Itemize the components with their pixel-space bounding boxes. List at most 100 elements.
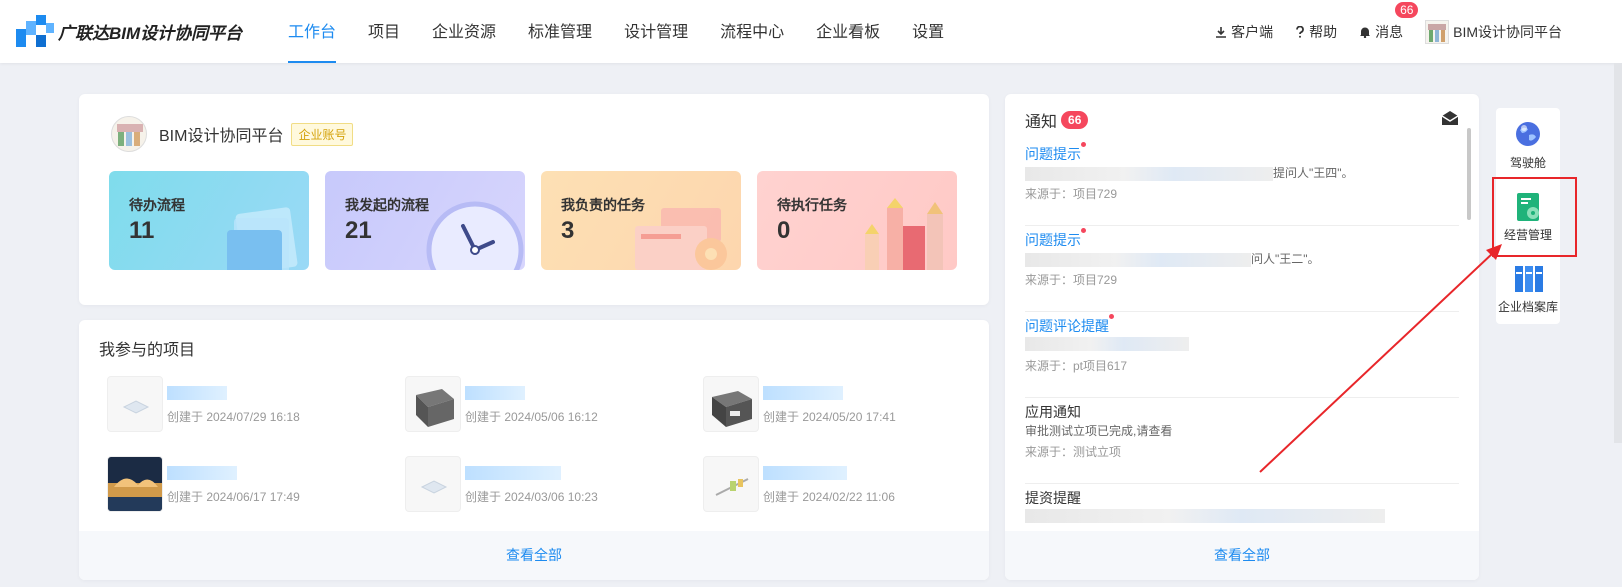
nav-projects[interactable]: 项目	[368, 0, 400, 63]
help-label: 帮助	[1309, 23, 1338, 40]
project-thumbnail	[107, 376, 163, 432]
project-thumbnail	[703, 376, 759, 432]
nav-standards[interactable]: 标准管理	[528, 0, 592, 63]
notification-content	[1025, 508, 1385, 523]
binders-icon	[1515, 266, 1543, 292]
project-thumbnail	[107, 456, 163, 512]
notifications-view-all-link[interactable]: 查看全部	[1005, 531, 1479, 580]
clock-icon	[426, 201, 524, 270]
nav-settings[interactable]: 设置	[912, 0, 944, 63]
nav-workflow[interactable]: 流程中心	[720, 0, 784, 63]
app-logo[interactable]: 广联达BIM设计协同平台	[16, 15, 242, 47]
stat-my-tasks[interactable]: 我负责的任务 3	[541, 171, 741, 270]
org-account-tag: 企业账号	[291, 122, 354, 146]
rail-label: 驾驶舱	[1509, 156, 1546, 170]
stat-initiated-workflows[interactable]: 我发起的流程 21	[325, 171, 525, 270]
unread-dot	[1109, 314, 1114, 319]
notification-source: 来源于：pt项目617	[1025, 359, 1128, 373]
project-name-redacted	[167, 386, 227, 400]
project-date: 创建于 2024/03/06 10:23	[465, 490, 598, 504]
project-name-redacted	[167, 466, 237, 480]
org-avatar-icon	[1425, 19, 1450, 44]
notification-source: 来源于：项目729	[1025, 187, 1118, 201]
projects-card: 我参与的项目 创建于 2024/07/29 16:18 创建于 2024/05/…	[79, 320, 989, 580]
annotation-arrow-icon	[1259, 244, 1502, 473]
project-name-redacted	[465, 386, 525, 400]
project-item[interactable]: 创建于 2024/02/22 11:06	[703, 456, 983, 512]
logo-mark-icon	[16, 15, 54, 47]
stat-pending-workflows[interactable]: 待办流程 11	[109, 171, 309, 270]
redacted-text	[1025, 166, 1273, 181]
project-item[interactable]: 创建于 2024/03/06 10:23	[405, 456, 685, 512]
bell-icon	[1360, 27, 1371, 38]
stat-label: 待办流程	[129, 197, 185, 213]
org-name: BIM设计协同平台	[159, 128, 284, 145]
notification-content	[1025, 336, 1189, 351]
unread-dot	[1081, 142, 1086, 147]
org-avatar	[111, 116, 147, 152]
project-date: 创建于 2024/06/17 17:49	[167, 490, 300, 504]
stat-value: 0	[777, 217, 791, 244]
redacted-text	[1025, 252, 1251, 267]
project-item[interactable]: 创建于 2024/05/20 17:41	[703, 376, 983, 432]
project-date: 创建于 2024/02/22 11:06	[763, 490, 895, 504]
redacted-text	[1025, 336, 1189, 351]
notifications-header: 通知 66	[1025, 108, 1089, 132]
notifications-count-badge: 66	[1061, 111, 1089, 129]
projects-view-all-link[interactable]: 查看全部	[79, 531, 989, 580]
org-info: BIM设计协同平台 企业账号	[111, 116, 354, 152]
page-scrollbar[interactable]	[1614, 63, 1622, 443]
help-button[interactable]: 帮助	[1295, 22, 1337, 42]
project-name-redacted	[763, 466, 847, 480]
project-thumbnail	[405, 376, 461, 432]
notification-title: 问题评论提醒	[1025, 318, 1109, 334]
stat-label: 我发起的流程	[345, 197, 429, 213]
notification-content: 提问人"王四"。	[1025, 164, 1354, 181]
nav-design[interactable]: 设计管理	[624, 0, 688, 63]
pencil-cup-icon	[865, 198, 943, 270]
nav-workbench[interactable]: 工作台	[288, 0, 337, 63]
messages-button[interactable]: 消息 66	[1359, 1, 1419, 42]
message-count-badge: 66	[1395, 1, 1419, 18]
question-icon	[1296, 25, 1304, 38]
folder-stack-icon	[227, 207, 298, 270]
project-name-redacted	[763, 386, 843, 400]
client-download-button[interactable]: 客户端	[1215, 22, 1273, 42]
projects-title: 我参与的项目	[99, 342, 196, 359]
stat-pending-execution[interactable]: 待执行任务 0	[757, 171, 957, 270]
top-bar: 广联达BIM设计协同平台 工作台 项目 企业资源 标准管理 设计管理 流程中心 …	[0, 0, 1622, 63]
unread-dot	[1081, 228, 1086, 233]
overview-card: BIM设计协同平台 企业账号 待办流程 11 我发起的流程 21 我负责的任务 …	[79, 94, 989, 305]
stat-value: 11	[129, 217, 155, 244]
task-cards-icon	[635, 208, 727, 270]
notification-title: 问题提示	[1025, 146, 1081, 162]
client-label: 客户端	[1231, 23, 1274, 40]
mark-read-envelope-icon[interactable]	[1441, 110, 1459, 126]
project-item[interactable]: 创建于 2024/07/29 16:18	[107, 376, 387, 432]
project-thumbnail	[703, 456, 759, 512]
project-item[interactable]: 创建于 2024/06/17 17:49	[107, 456, 387, 512]
rail-cockpit-button[interactable]: 驾驶舱	[1496, 108, 1560, 180]
top-right-tools: 客户端 帮助 消息 66 BIM设计协同平台	[1193, 0, 1562, 63]
notification-title: 应用通知	[1025, 404, 1081, 420]
app-name: 广联达BIM设计协同平台	[58, 23, 243, 43]
download-icon	[1216, 26, 1227, 38]
nav-enterprise-resources[interactable]: 企业资源	[432, 0, 496, 63]
stat-value: 21	[345, 217, 372, 244]
org-switcher-label: BIM设计协同平台	[1453, 23, 1562, 40]
notification-item[interactable]: 问题提示 提问人"王四"。 来源于：项目729	[1025, 140, 1459, 226]
project-date: 创建于 2024/07/29 16:18	[167, 410, 300, 424]
redacted-text	[1025, 508, 1385, 523]
nav-dashboard[interactable]: 企业看板	[816, 0, 880, 63]
main-nav: 工作台 项目 企业资源 标准管理 设计管理 流程中心 企业看板 设置	[288, 0, 976, 63]
notification-title: 问题提示	[1025, 232, 1081, 248]
notifications-title: 通知	[1025, 114, 1058, 131]
notification-source: 来源于：测试立项	[1025, 445, 1122, 459]
notifications-scrollbar[interactable]	[1467, 128, 1471, 220]
project-name-redacted	[465, 466, 561, 480]
messages-label: 消息	[1375, 23, 1404, 40]
globe-icon	[1516, 122, 1540, 146]
project-item[interactable]: 创建于 2024/05/06 16:12	[405, 376, 685, 432]
org-switcher[interactable]: BIM设计协同平台	[1425, 19, 1562, 44]
stat-value: 3	[561, 217, 575, 244]
